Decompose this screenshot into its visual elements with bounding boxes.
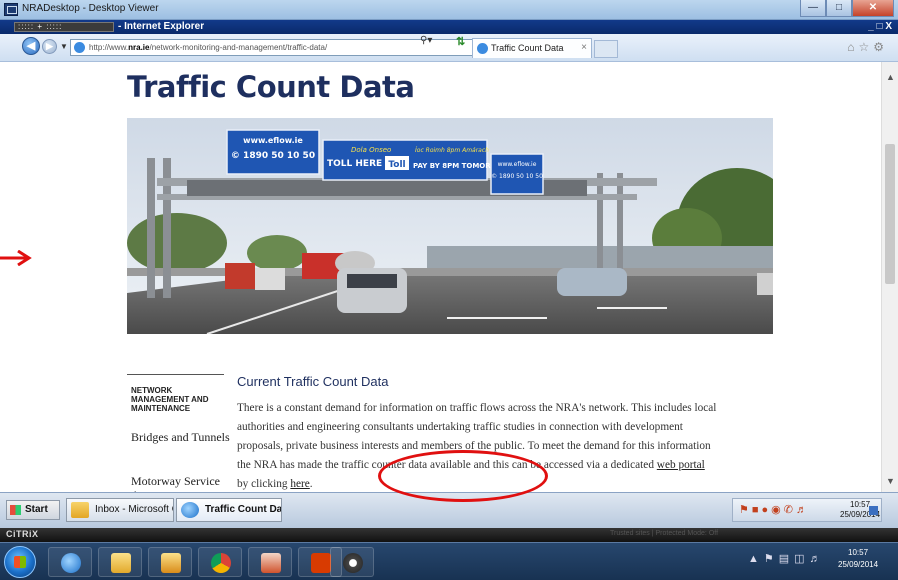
section-title: Current Traffic Count Data <box>237 374 389 389</box>
back-button[interactable]: ◀ <box>22 37 40 55</box>
home-favorites-tools-icons[interactable]: ⌂☆⚙ <box>847 40 888 54</box>
sign-center-line3: Íoc Roimh 8pm Amárach <box>415 147 489 154</box>
page-title: Traffic Count Data <box>127 70 415 104</box>
pinned-citrix[interactable] <box>330 547 374 577</box>
show-desktop-button[interactable] <box>869 506 878 515</box>
outlook-icon <box>71 502 89 518</box>
citrix-status: Trusted sites | Protected Mode: Off <box>610 530 719 537</box>
office-icon <box>311 553 331 573</box>
local-clock: 10:57 25/09/2014 <box>838 548 879 569</box>
pinned-explorer[interactable] <box>98 547 142 577</box>
address-url[interactable]: http://www.nra.ie/network-monitoring-and… <box>89 43 327 52</box>
tab-close-icon[interactable]: × <box>581 42 587 53</box>
tab-traffic-count-data[interactable]: Traffic Count Data × <box>472 38 592 58</box>
pinned-outlook[interactable] <box>148 547 192 577</box>
ie-window-title: - Internet Explorer <box>118 21 205 32</box>
desktop-viewer-title: NRADesktop - Desktop Viewer <box>22 3 159 14</box>
minimize-button[interactable]: — <box>800 0 826 17</box>
taskbar-item-outlook[interactable]: Inbox - Microsoft Out... <box>66 498 174 522</box>
windows-start-orb-icon[interactable] <box>4 546 36 578</box>
ie-icon <box>181 502 199 518</box>
desktop-viewer-titlebar: NRADesktop - Desktop Viewer — □ ✕ <box>0 0 898 20</box>
taskbar-item-ie[interactable]: Traffic Count Data ... <box>176 498 282 522</box>
sign-center-line2: TOLL HERE <box>327 159 382 169</box>
sign-left-phone: © 1890 50 10 50 <box>231 151 315 161</box>
maximize-button[interactable]: □ <box>826 0 852 17</box>
tray-icons[interactable]: ⚑■●◉✆♬ <box>739 503 810 516</box>
address-bar[interactable]: http://www.nra.ie/network-monitoring-and… <box>70 39 476 56</box>
browser-navbar: ◀ ▶ ▼ http://www.nra.ie/network-monitori… <box>0 34 898 62</box>
citrix-receiver-icon <box>343 553 363 573</box>
windows-flag-icon <box>10 505 21 515</box>
local-tray-icons[interactable]: ▲⚑▤◫♬ <box>748 552 826 565</box>
window-controls: — □ ✕ <box>800 0 894 18</box>
sidebar-item-bridges-tunnels[interactable]: Bridges and Tunnels <box>131 430 231 444</box>
ie-icon <box>61 553 81 573</box>
sign-left-top: www.eflow.ie <box>243 136 303 145</box>
app-icon <box>261 553 281 573</box>
scroll-thumb[interactable] <box>885 144 895 284</box>
sidebar-divider <box>127 374 224 375</box>
tab-favicon-icon <box>477 43 488 54</box>
ie-page-icon <box>74 42 85 53</box>
ie-titlebar: ::::: + ::::: - Internet Explorer _ □ X <box>0 20 898 34</box>
sign-right-top: www.eflow.ie <box>498 161 537 168</box>
vertical-scrollbar[interactable]: ▲ ▼ <box>881 62 898 492</box>
pinned-ie[interactable] <box>48 547 92 577</box>
chrome-icon <box>211 553 231 573</box>
scroll-down-icon[interactable]: ▼ <box>886 476 895 486</box>
tab-label: Traffic Count Data <box>491 43 564 53</box>
local-taskbar: ▲⚑▤◫♬ 10:57 25/09/2014 <box>0 542 898 580</box>
sign-center-line1: Dola Onseo <box>351 146 391 154</box>
refresh-icon[interactable]: ⇅ <box>456 35 465 48</box>
hero-image: www.eflow.ie © 1890 50 10 50 Dola Onseo … <box>127 118 773 334</box>
red-arrow-annotation <box>0 250 32 266</box>
sidebar-heading: NETWORK MANAGEMENT AND MAINTENANCE <box>131 386 209 413</box>
web-portal-link[interactable]: web portal <box>657 459 705 471</box>
sidebar-item-motorway-service-areas[interactable]: Motorway Service Areas <box>131 474 231 492</box>
folder-icon <box>111 553 131 573</box>
outlook-icon <box>161 553 181 573</box>
ie-window-controls[interactable]: _ □ X <box>868 21 892 32</box>
pinned-chrome[interactable] <box>198 547 242 577</box>
new-tab-button[interactable] <box>594 40 618 58</box>
citrix-logo: CiTRiX <box>6 529 39 539</box>
screenshot-stage: NRADesktop - Desktop Viewer — □ ✕ ::::: … <box>0 0 898 580</box>
close-button[interactable]: ✕ <box>852 0 894 17</box>
here-link[interactable]: here <box>290 478 309 490</box>
red-circle-annotation <box>378 450 548 502</box>
session-control-box[interactable]: ::::: + ::::: <box>14 22 114 32</box>
search-dropdown-icon[interactable]: ⚲▾ <box>420 35 432 46</box>
motorway-gantry-photo: www.eflow.ie © 1890 50 10 50 Dola Onseo … <box>127 118 773 334</box>
sign-right-phone: © 1890 50 10 50 <box>491 173 543 180</box>
start-button[interactable]: Start <box>6 500 60 520</box>
history-dropdown-icon[interactable]: ▼ <box>60 42 68 51</box>
sign-toll-badge: Toll <box>388 160 405 170</box>
scroll-up-icon[interactable]: ▲ <box>886 72 895 82</box>
pinned-app[interactable] <box>248 547 292 577</box>
page-content: Traffic Count Data www.eflow.ie © 1890 5… <box>0 62 898 492</box>
citrix-toolbar: CiTRiX Trusted sites | Protected Mode: O… <box>0 528 898 542</box>
system-tray: ⚑■●◉✆♬ 10:57 25/09/2014 <box>732 498 882 522</box>
desktop-viewer-icon <box>4 3 18 16</box>
forward-button[interactable]: ▶ <box>42 39 57 54</box>
